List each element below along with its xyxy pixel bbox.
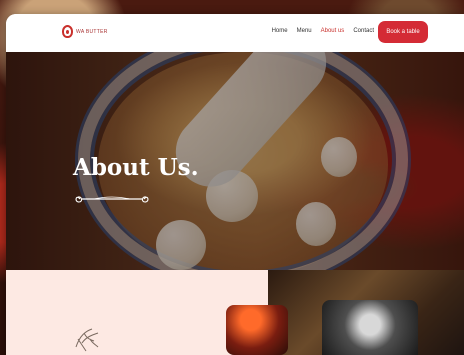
logo-text: WA BUTTER bbox=[76, 28, 108, 35]
hero-section: About Us. bbox=[6, 52, 464, 270]
nav-item-about[interactable]: About us bbox=[321, 28, 345, 34]
grill-photo bbox=[226, 305, 288, 355]
nav-item-home[interactable]: Home bbox=[272, 28, 288, 34]
page-title: About Us. bbox=[73, 154, 199, 181]
flame-logo-icon bbox=[62, 25, 73, 38]
nav-item-menu[interactable]: Menu bbox=[297, 28, 312, 34]
decorative-sketch-icon bbox=[75, 328, 99, 352]
nav-item-contact[interactable]: Contact bbox=[353, 28, 374, 34]
site-header: WA BUTTER Home Menu About us Contact Boo… bbox=[6, 14, 464, 52]
site-logo[interactable]: WA BUTTER bbox=[62, 25, 108, 38]
dish-photo bbox=[322, 300, 418, 355]
main-nav: Home Menu About us Contact bbox=[272, 28, 374, 34]
ornamental-divider-icon bbox=[75, 196, 149, 203]
book-table-button[interactable]: Book a table bbox=[378, 21, 428, 43]
